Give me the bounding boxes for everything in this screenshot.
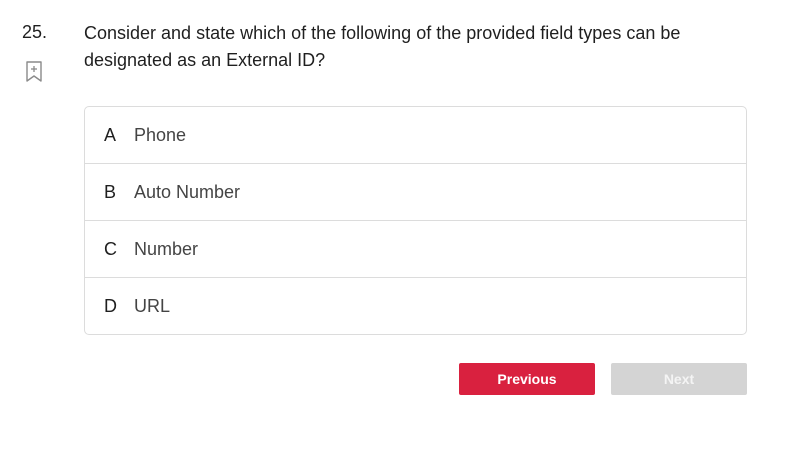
option-letter: D bbox=[104, 295, 117, 316]
answer-option-a[interactable]: A Phone bbox=[85, 107, 746, 164]
quiz-question-page: 25. Consider and state which of the foll… bbox=[0, 0, 800, 466]
option-letter: A bbox=[104, 124, 117, 145]
next-button[interactable]: Next bbox=[611, 363, 747, 395]
option-text: URL bbox=[134, 295, 171, 316]
answer-option-d[interactable]: D URL bbox=[85, 278, 746, 334]
bookmark-add-icon[interactable] bbox=[25, 61, 43, 83]
option-letter: B bbox=[104, 181, 117, 202]
previous-button[interactable]: Previous bbox=[459, 363, 595, 395]
option-letter: C bbox=[104, 238, 117, 259]
option-text: Auto Number bbox=[134, 181, 241, 202]
answer-option-b[interactable]: B Auto Number bbox=[85, 164, 746, 221]
question-number: 25. bbox=[22, 22, 48, 42]
question-text: Consider and state which of the followin… bbox=[84, 23, 681, 70]
answer-options: A Phone B Auto Number C Number D URL bbox=[84, 106, 747, 335]
option-text: Phone bbox=[134, 124, 187, 145]
option-text: Number bbox=[134, 238, 199, 259]
answer-option-c[interactable]: C Number bbox=[85, 221, 746, 278]
